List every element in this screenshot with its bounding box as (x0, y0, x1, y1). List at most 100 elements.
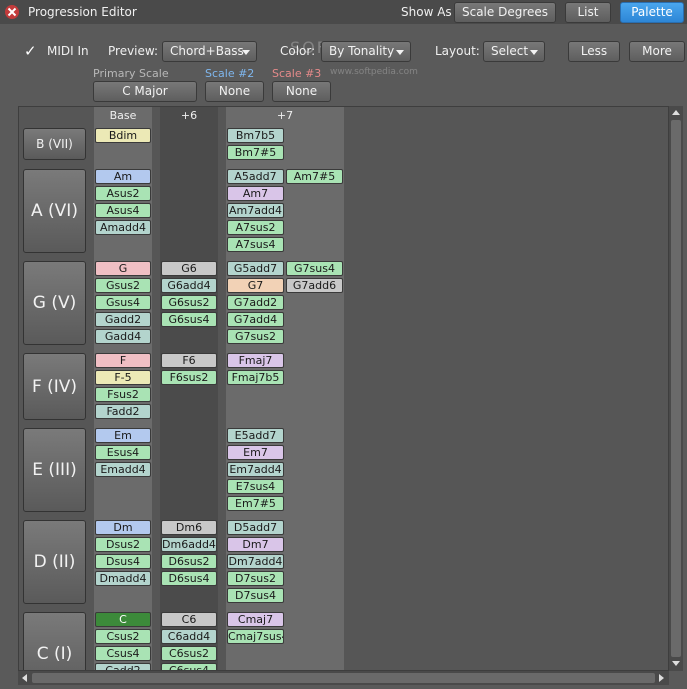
degree-button-iv[interactable]: F (IV) (23, 353, 86, 420)
degree-button-v[interactable]: G (V) (23, 261, 86, 345)
column-header-plus7: +7 (276, 109, 294, 122)
chord-chip[interactable]: Dsus2 (95, 537, 151, 552)
chord-chip[interactable]: Fsus2 (95, 387, 151, 402)
chord-chip[interactable]: Dsus4 (95, 554, 151, 569)
chord-chip[interactable]: G7sus2 (227, 329, 284, 344)
chord-chip[interactable]: Fmaj7b5 (227, 370, 284, 385)
chord-chip[interactable]: Bdim (95, 128, 151, 143)
list-button[interactable]: List (565, 2, 611, 23)
chord-chip[interactable]: Csus2 (95, 629, 151, 644)
degree-button-iii[interactable]: E (III) (23, 428, 86, 512)
chord-chip[interactable]: C (95, 612, 151, 627)
degree-button-i[interactable]: C (I) (23, 612, 86, 670)
chord-chip[interactable]: Am7add4 (227, 203, 284, 218)
preview-label: Preview: (108, 44, 159, 58)
chord-chip[interactable]: G6add4 (161, 278, 217, 293)
chord-chip[interactable]: Em7add4 (227, 462, 284, 477)
scale-degrees-button[interactable]: Scale Degrees (454, 2, 556, 23)
chord-chip[interactable]: Dm6 (161, 520, 217, 535)
chord-chip[interactable]: Cmaj7sus4 (227, 629, 284, 644)
chord-chip[interactable]: G7 (227, 278, 284, 293)
scroll-up-icon[interactable] (672, 110, 680, 115)
color-select[interactable]: By Tonality (321, 41, 411, 62)
chord-chip[interactable]: Dm (95, 520, 151, 535)
chord-chip[interactable]: Fmaj7 (227, 353, 284, 368)
vertical-scrollbar[interactable] (669, 106, 683, 671)
horizontal-scroll-thumb[interactable] (32, 673, 655, 683)
midi-in-label: MIDI In (47, 44, 89, 58)
chord-chip[interactable]: E5add7 (227, 428, 284, 443)
chord-chip[interactable]: Gadd4 (95, 329, 151, 344)
scale2-button[interactable]: None (205, 81, 264, 102)
chord-chip[interactable]: D6sus4 (161, 571, 217, 586)
chord-chip[interactable]: G7add6 (286, 278, 343, 293)
vertical-scroll-thumb[interactable] (671, 120, 681, 657)
chord-chip[interactable]: C6add4 (161, 629, 217, 644)
horizontal-scrollbar[interactable] (18, 671, 669, 685)
chord-chip[interactable]: Dm7add4 (227, 554, 284, 569)
chord-chip[interactable]: Gsus2 (95, 278, 151, 293)
chord-chip[interactable]: C6sus4 (161, 663, 217, 670)
chord-chip[interactable]: Cmaj7 (227, 612, 284, 627)
less-button[interactable]: Less (568, 41, 620, 62)
chord-chip[interactable]: Csus4 (95, 646, 151, 661)
scroll-right-icon[interactable] (659, 674, 664, 682)
chord-chip[interactable]: C6 (161, 612, 217, 627)
chord-chip[interactable]: E7sus4 (227, 479, 284, 494)
scale3-button[interactable]: None (272, 81, 331, 102)
chord-chip[interactable]: G7sus4 (286, 261, 343, 276)
chord-chip[interactable]: G (95, 261, 151, 276)
chord-chip[interactable]: F-5 (95, 370, 151, 385)
degree-button-vii[interactable]: B (VII) (23, 128, 86, 160)
chord-chip[interactable]: Cadd2 (95, 663, 151, 670)
chord-palette: Base +6 +7 B (VII) A (VI) G (V) F (IV) E… (18, 106, 669, 671)
chord-chip[interactable]: Esus4 (95, 445, 151, 460)
chord-chip[interactable]: Dm7 (227, 537, 284, 552)
more-button[interactable]: More (629, 41, 685, 62)
chord-chip[interactable]: G6 (161, 261, 217, 276)
chord-chip[interactable]: G7add2 (227, 295, 284, 310)
chord-chip[interactable]: Fadd2 (95, 404, 151, 419)
degree-button-ii[interactable]: D (II) (23, 520, 86, 604)
scroll-left-icon[interactable] (22, 674, 27, 682)
layout-select[interactable]: Select (483, 41, 545, 62)
palette-button[interactable]: Palette (620, 2, 684, 23)
chord-chip[interactable]: D5add7 (227, 520, 284, 535)
chord-chip[interactable]: Am7 (227, 186, 284, 201)
chord-chip[interactable]: Bm7#5 (227, 145, 284, 160)
chord-chip[interactable]: D6sus2 (161, 554, 217, 569)
chord-chip[interactable]: F6 (161, 353, 217, 368)
chord-chip[interactable]: Dmadd4 (95, 571, 151, 586)
degree-button-vi[interactable]: A (VI) (23, 169, 86, 253)
chord-chip[interactable]: Gsus4 (95, 295, 151, 310)
chord-chip[interactable]: C6sus2 (161, 646, 217, 661)
chord-chip[interactable]: F (95, 353, 151, 368)
chord-chip[interactable]: Em7#5 (227, 496, 284, 511)
chord-chip[interactable]: G6sus4 (161, 312, 217, 327)
chord-chip[interactable]: Am7#5 (286, 169, 343, 184)
primary-scale-button[interactable]: C Major (93, 81, 197, 102)
midi-in-checkbox[interactable]: ✓ (24, 42, 37, 60)
chord-chip[interactable]: D7sus2 (227, 571, 284, 586)
chord-chip[interactable]: Amadd4 (95, 220, 151, 235)
chord-chip[interactable]: Dm6add4 (161, 537, 217, 552)
preview-select[interactable]: Chord+Bass (162, 41, 257, 62)
chord-chip[interactable]: G7add4 (227, 312, 284, 327)
chord-chip[interactable]: A5add7 (227, 169, 284, 184)
chord-chip[interactable]: D7sus4 (227, 588, 284, 603)
close-icon[interactable] (4, 4, 20, 20)
chord-chip[interactable]: Asus4 (95, 203, 151, 218)
chord-chip[interactable]: G5add7 (227, 261, 284, 276)
chord-chip[interactable]: Bm7b5 (227, 128, 284, 143)
chord-chip[interactable]: Em (95, 428, 151, 443)
chord-chip[interactable]: F6sus2 (161, 370, 217, 385)
chord-chip[interactable]: Em7 (227, 445, 284, 460)
chord-chip[interactable]: A7sus4 (227, 237, 284, 252)
chord-chip[interactable]: G6sus2 (161, 295, 217, 310)
chord-chip[interactable]: Emadd4 (95, 462, 151, 477)
chord-chip[interactable]: Asus2 (95, 186, 151, 201)
chord-chip[interactable]: A7sus2 (227, 220, 284, 235)
scroll-down-icon[interactable] (672, 661, 680, 666)
chord-chip[interactable]: Am (95, 169, 151, 184)
chord-chip[interactable]: Gadd2 (95, 312, 151, 327)
